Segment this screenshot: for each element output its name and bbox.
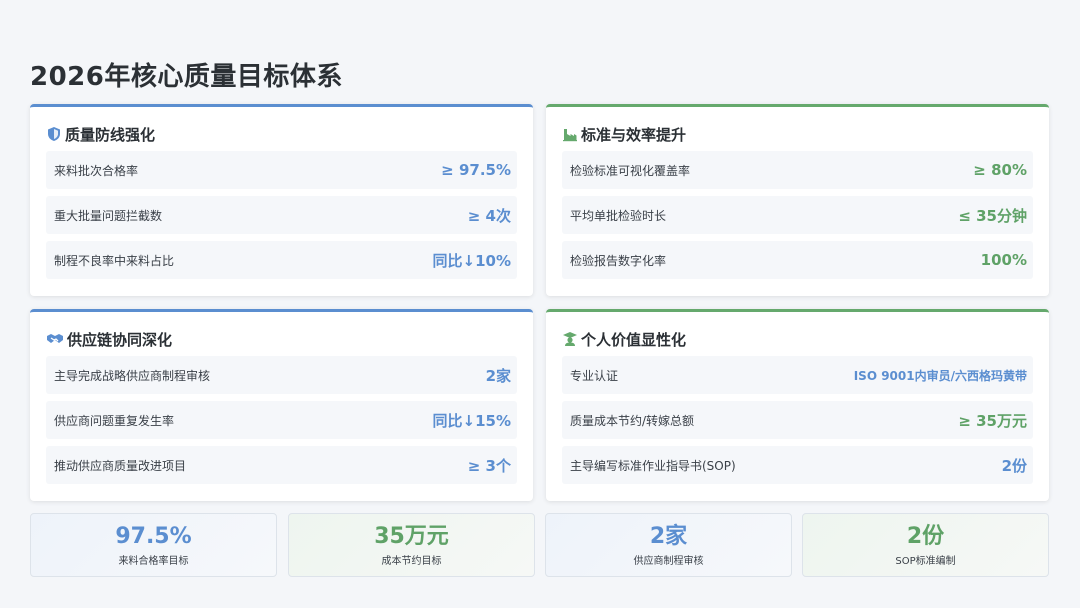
metric-value: 2家 [485, 366, 511, 385]
stat-tile: 2家 供应商制程审核 [545, 513, 792, 577]
card-supply-chain: 供应链协同深化 主导完成战略供应商制程审核 2家 供应商问题重复发生率 同比↓1… [30, 309, 533, 501]
metric-label: 来料批次合格率 [54, 163, 139, 178]
page-title: 2026年核心质量目标体系 [30, 62, 343, 92]
card-title: 供应链协同深化 [67, 330, 173, 349]
card-title: 个人价值显性化 [581, 330, 687, 349]
list-item: 来料批次合格率 ≥ 97.5% [46, 151, 517, 189]
handshake-icon [47, 334, 63, 343]
list-item: 质量成本节约/转嫁总额 ≥ 35万元 [562, 401, 1033, 439]
list-item: 重大批量问题拦截数 ≥ 4次 [46, 196, 517, 234]
stat-caption: SOP标准编制 [895, 555, 956, 567]
stat-value: 35万元 [374, 523, 449, 549]
card-quality-defense: 质量防线强化 来料批次合格率 ≥ 97.5% 重大批量问题拦截数 ≥ 4次 制程… [30, 104, 533, 296]
stat-tile: 35万元 成本节约目标 [288, 513, 535, 577]
metric-label: 质量成本节约/转嫁总额 [570, 413, 695, 428]
metric-label: 专业认证 [570, 368, 619, 383]
metric-label: 检验报告数字化率 [570, 253, 667, 268]
metric-value: ≥ 97.5% [441, 161, 511, 179]
factory-icon [563, 129, 577, 142]
stat-caption: 供应商制程审核 [633, 555, 704, 567]
metric-value: ≥ 3个 [467, 456, 511, 475]
stat-tile: 97.5% 来料合格率目标 [30, 513, 277, 577]
stat-caption: 来料合格率目标 [118, 555, 189, 567]
metric-label: 推动供应商质量改进项目 [54, 458, 187, 473]
metric-value: ISO 9001内审员/六西格玛黄带 [853, 368, 1027, 383]
list-item: 制程不良率中来料占比 同比↓10% [46, 241, 517, 279]
card-header: 个人价值显性化 [562, 328, 1033, 350]
card-title: 标准与效率提升 [581, 125, 687, 144]
list-item: 专业认证 ISO 9001内审员/六西格玛黄带 [562, 356, 1033, 394]
metric-label: 供应商问题重复发生率 [54, 413, 175, 428]
metric-label: 主导编写标准作业指导书(SOP) [570, 458, 736, 473]
list-item: 检验标准可视化覆盖率 ≥ 80% [562, 151, 1033, 189]
metric-label: 主导完成战略供应商制程审核 [54, 368, 211, 383]
card-title: 质量防线强化 [65, 125, 156, 144]
list-item: 检验报告数字化率 100% [562, 241, 1033, 279]
card-header: 供应链协同深化 [46, 328, 517, 350]
list-item: 推动供应商质量改进项目 ≥ 3个 [46, 446, 517, 484]
metric-value: ≥ 80% [973, 161, 1027, 179]
card-standard-efficiency: 标准与效率提升 检验标准可视化覆盖率 ≥ 80% 平均单批检验时长 ≤ 35分钟… [546, 104, 1049, 296]
metric-value: 100% [980, 251, 1027, 269]
stat-value: 97.5% [115, 523, 192, 549]
metric-label: 检验标准可视化覆盖率 [570, 163, 691, 178]
stat-value: 2家 [649, 523, 688, 549]
metric-label: 制程不良率中来料占比 [54, 253, 175, 268]
stat-caption: 成本节约目标 [381, 555, 442, 567]
metric-value: 同比↓15% [432, 411, 511, 430]
shield-icon [48, 127, 60, 141]
list-item: 主导编写标准作业指导书(SOP) 2份 [562, 446, 1033, 484]
metric-value: ≤ 35分钟 [958, 206, 1027, 225]
graduate-icon [563, 332, 577, 346]
metric-label: 平均单批检验时长 [570, 208, 667, 223]
card-header: 标准与效率提升 [562, 123, 1033, 145]
card-header: 质量防线强化 [46, 123, 517, 145]
list-item: 供应商问题重复发生率 同比↓15% [46, 401, 517, 439]
metric-value: ≥ 4次 [467, 206, 511, 225]
stat-value: 2份 [906, 523, 945, 549]
metric-label: 重大批量问题拦截数 [54, 208, 163, 223]
card-personal-value: 个人价值显性化 专业认证 ISO 9001内审员/六西格玛黄带 质量成本节约/转… [546, 309, 1049, 501]
list-item: 主导完成战略供应商制程审核 2家 [46, 356, 517, 394]
metric-value: ≥ 35万元 [958, 411, 1027, 430]
list-item: 平均单批检验时长 ≤ 35分钟 [562, 196, 1033, 234]
metric-value: 2份 [1001, 456, 1027, 475]
metric-value: 同比↓10% [432, 251, 511, 270]
stat-tile: 2份 SOP标准编制 [802, 513, 1049, 577]
